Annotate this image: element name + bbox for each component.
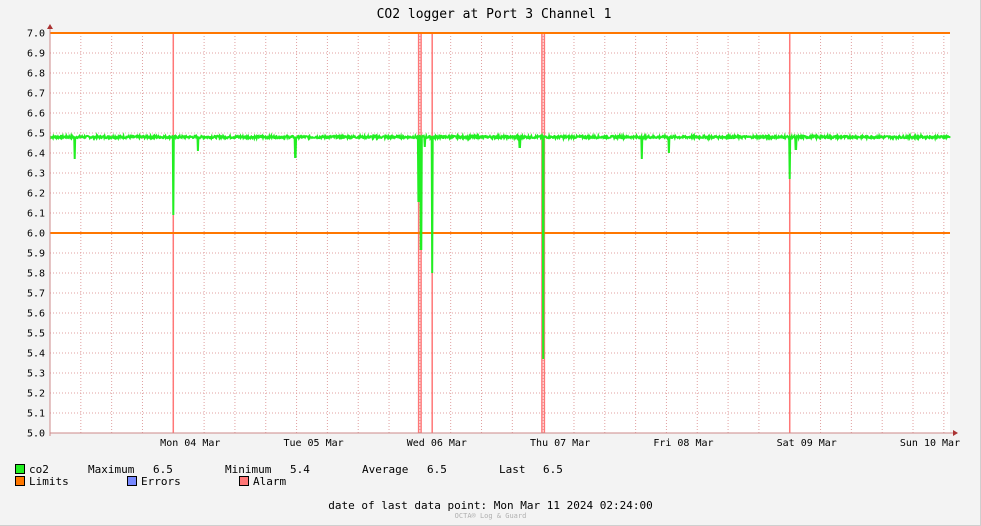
y-tick-label: 5.4 bbox=[27, 349, 45, 360]
legend-last-value: 6.5 bbox=[543, 463, 563, 476]
limits-swatch bbox=[15, 476, 25, 486]
last-data-point: date of last data point: Mon Mar 11 2024… bbox=[328, 499, 653, 512]
credit-text: OCTA® Log & Guard bbox=[454, 512, 527, 520]
y-tick-label: 5.9 bbox=[27, 249, 45, 260]
y-tick-label: 5.2 bbox=[27, 389, 45, 400]
chart-title: CO2 logger at Port 3 Channel 1 bbox=[377, 7, 612, 22]
x-tick-label: Tue 05 Mar bbox=[283, 438, 343, 449]
legend-errors-label: Errors bbox=[141, 475, 181, 488]
co2-swatch bbox=[15, 464, 25, 474]
y-tick-label: 5.1 bbox=[27, 409, 45, 420]
y-tick-label: 6.7 bbox=[27, 89, 45, 100]
y-tick-label: 5.5 bbox=[27, 329, 45, 340]
legend-avg-value: 6.5 bbox=[427, 463, 447, 476]
legend-last-label: Last bbox=[499, 463, 526, 476]
x-axis-arrow bbox=[953, 430, 958, 436]
y-tick-label: 6.3 bbox=[27, 169, 45, 180]
x-tick-label: Thu 07 Mar bbox=[530, 438, 590, 449]
y-tick-label: 7.0 bbox=[27, 29, 45, 40]
x-tick-label: Mon 04 Mar bbox=[160, 438, 220, 449]
y-tick-label: 6.5 bbox=[27, 129, 45, 140]
chart-canvas: CO2 logger at Port 3 Channel 1 5.0 5.1 5.2… bbox=[27, 7, 960, 449]
y-tick-label: 5.8 bbox=[27, 269, 45, 280]
y-tick-label: 6.6 bbox=[27, 109, 45, 120]
y-tick-label: 5.3 bbox=[27, 369, 45, 380]
y-axis-arrow bbox=[47, 24, 53, 29]
x-tick-label: Sun 10 Mar bbox=[900, 438, 960, 449]
legend-limits-label: Limits bbox=[29, 475, 69, 488]
plot-area: 5.0 5.1 5.2 5.3 5.4 5.5 5.6 5.7 5.8 5.9 6.0 6.1 6.2 6… bbox=[27, 24, 960, 449]
y-tick-label: 6.8 bbox=[27, 69, 45, 80]
legend-min-value: 5.4 bbox=[290, 463, 310, 476]
y-tick-label: 5.0 bbox=[27, 429, 45, 440]
x-tick-label: Sat 09 Mar bbox=[777, 438, 837, 449]
y-tick-label: 5.6 bbox=[27, 309, 45, 320]
y-tick-label: 5.7 bbox=[27, 289, 45, 300]
y-tick-label: 6.0 bbox=[27, 229, 45, 240]
y-tick-label: 6.1 bbox=[27, 209, 45, 220]
errors-swatch bbox=[127, 476, 137, 486]
legend-alarm-label: Alarm bbox=[253, 475, 287, 488]
x-tick-label: Fri 08 Mar bbox=[653, 438, 713, 449]
legend-row-keys: Limits Errors Alarm bbox=[15, 475, 286, 488]
alarm-swatch bbox=[239, 476, 249, 486]
y-tick-label: 6.2 bbox=[27, 189, 45, 200]
y-tick-label: 6.4 bbox=[27, 149, 45, 160]
y-tick-label: 6.9 bbox=[27, 49, 45, 60]
legend-avg-label: Average bbox=[362, 463, 409, 476]
x-tick-label: Wed 06 Mar bbox=[407, 438, 467, 449]
